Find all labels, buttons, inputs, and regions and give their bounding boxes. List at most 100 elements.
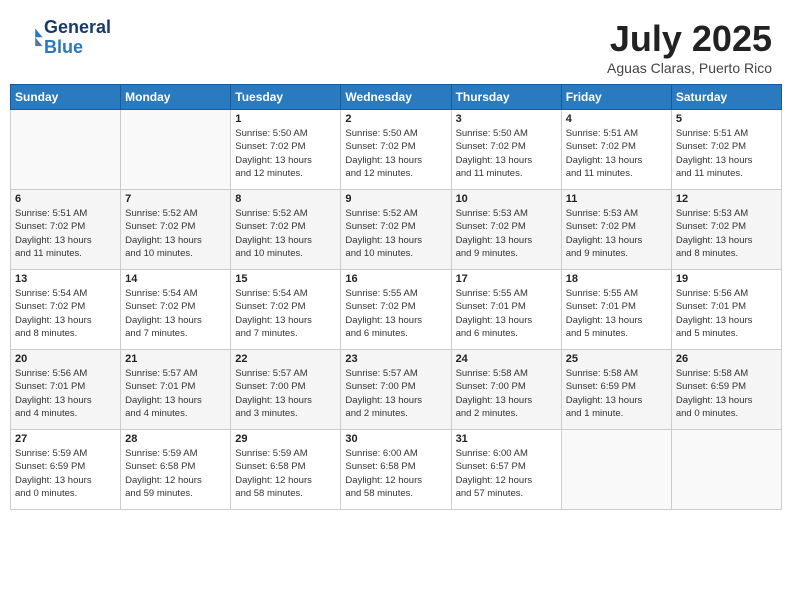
title-block: July 2025 Aguas Claras, Puerto Rico (607, 18, 772, 76)
column-header-monday: Monday (121, 85, 231, 110)
calendar-week-5: 27 Sunrise: 5:59 AM Sunset: 6:59 PM Dayli… (11, 430, 782, 510)
calendar-cell: 26 Sunrise: 5:58 AM Sunset: 6:59 PM Dayli… (671, 350, 781, 430)
logo: General Blue (20, 18, 111, 58)
day-info: Sunrise: 5:52 AM Sunset: 7:02 PM Dayligh… (235, 207, 336, 260)
day-info: Sunrise: 5:59 AM Sunset: 6:59 PM Dayligh… (15, 447, 116, 500)
day-info: Sunrise: 6:00 AM Sunset: 6:58 PM Dayligh… (345, 447, 446, 500)
calendar-cell: 30Sunrise: 6:00 AM Sunset: 6:58 PM Dayli… (341, 430, 451, 510)
day-number: 21 (125, 353, 226, 365)
day-info: Sunrise: 5:59 AM Sunset: 6:58 PM Dayligh… (125, 447, 226, 500)
calendar-week-2: 6 Sunrise: 5:51 AM Sunset: 7:02 PM Daylig… (11, 190, 782, 270)
column-header-saturday: Saturday (671, 85, 781, 110)
day-info: Sunrise: 5:54 AM Sunset: 7:02 PM Dayligh… (235, 287, 336, 340)
day-info: Sunrise: 5:54 AM Sunset: 7:02 PM Dayligh… (125, 287, 226, 340)
day-number: 27 (15, 433, 116, 445)
calendar-cell: 3 Sunrise: 5:50 AM Sunset: 7:02 PM Daylig… (451, 110, 561, 190)
calendar-cell: 11Sunrise: 5:53 AM Sunset: 7:02 PM Dayli… (561, 190, 671, 270)
calendar-cell: 12Sunrise: 5:53 AM Sunset: 7:02 PM Dayli… (671, 190, 781, 270)
day-info: Sunrise: 5:53 AM Sunset: 7:02 PM Dayligh… (456, 207, 557, 260)
day-number: 11 (566, 193, 667, 205)
calendar-cell: 17 Sunrise: 5:55 AM Sunset: 7:01 PM Dayli… (451, 270, 561, 350)
calendar-cell: 10 Sunrise: 5:53 AM Sunset: 7:02 PM Dayli… (451, 190, 561, 270)
calendar-cell (11, 110, 121, 190)
day-number: 3 (456, 113, 557, 125)
calendar-cell: 20Sunrise: 5:56 AM Sunset: 7:01 PM Dayli… (11, 350, 121, 430)
calendar-cell (561, 430, 671, 510)
day-info: Sunrise: 5:58 AM Sunset: 6:59 PM Dayligh… (676, 367, 777, 420)
day-info: Sunrise: 5:51 AM Sunset: 7:02 PM Dayligh… (676, 127, 777, 180)
day-number: 20 (15, 353, 116, 365)
calendar-week-1: 1 Sunrise: 5:50 AM Sunset: 7:02 PM Daylig… (11, 110, 782, 190)
calendar-cell: 24 Sunrise: 5:58 AM Sunset: 7:00 PM Dayli… (451, 350, 561, 430)
day-number: 18 (566, 273, 667, 285)
calendar-cell: 21 Sunrise: 5:57 AM Sunset: 7:01 PM Dayli… (121, 350, 231, 430)
day-number: 8 (235, 193, 336, 205)
calendar-cell: 4Sunrise: 5:51 AM Sunset: 7:02 PM Daylig… (561, 110, 671, 190)
column-header-wednesday: Wednesday (341, 85, 451, 110)
day-number: 12 (676, 193, 777, 205)
day-info: Sunrise: 5:54 AM Sunset: 7:02 PM Dayligh… (15, 287, 116, 340)
calendar-cell: 2 Sunrise: 5:50 AM Sunset: 7:02 PM Daylig… (341, 110, 451, 190)
day-info: Sunrise: 5:55 AM Sunset: 7:01 PM Dayligh… (566, 287, 667, 340)
day-number: 14 (125, 273, 226, 285)
calendar-cell: 15 Sunrise: 5:54 AM Sunset: 7:02 PM Dayli… (231, 270, 341, 350)
day-number: 2 (345, 113, 446, 125)
day-number: 28 (125, 433, 226, 445)
column-header-tuesday: Tuesday (231, 85, 341, 110)
day-number: 22 (235, 353, 336, 365)
location: Aguas Claras, Puerto Rico (607, 60, 772, 76)
day-number: 7 (125, 193, 226, 205)
calendar-header-row: SundayMondayTuesdayWednesdayThursdayFrid… (11, 85, 782, 110)
day-number: 16 (345, 273, 446, 285)
calendar: SundayMondayTuesdayWednesdayThursdayFrid… (10, 84, 782, 510)
logo-line1: General (44, 18, 111, 38)
day-number: 31 (456, 433, 557, 445)
day-number: 9 (345, 193, 446, 205)
day-info: Sunrise: 5:55 AM Sunset: 7:02 PM Dayligh… (345, 287, 446, 340)
day-info: Sunrise: 6:00 AM Sunset: 6:57 PM Dayligh… (456, 447, 557, 500)
day-number: 23 (345, 353, 446, 365)
calendar-cell: 14 Sunrise: 5:54 AM Sunset: 7:02 PM Dayli… (121, 270, 231, 350)
day-number: 19 (676, 273, 777, 285)
day-number: 26 (676, 353, 777, 365)
calendar-cell: 5Sunrise: 5:51 AM Sunset: 7:02 PM Daylig… (671, 110, 781, 190)
calendar-cell (121, 110, 231, 190)
calendar-cell: 27 Sunrise: 5:59 AM Sunset: 6:59 PM Dayli… (11, 430, 121, 510)
calendar-cell: 19Sunrise: 5:56 AM Sunset: 7:01 PM Dayli… (671, 270, 781, 350)
day-number: 25 (566, 353, 667, 365)
calendar-cell: 23 Sunrise: 5:57 AM Sunset: 7:00 PM Dayli… (341, 350, 451, 430)
calendar-cell: 13Sunrise: 5:54 AM Sunset: 7:02 PM Dayli… (11, 270, 121, 350)
column-header-sunday: Sunday (11, 85, 121, 110)
day-info: Sunrise: 5:52 AM Sunset: 7:02 PM Dayligh… (125, 207, 226, 260)
calendar-cell: 7 Sunrise: 5:52 AM Sunset: 7:02 PM Daylig… (121, 190, 231, 270)
logo-line2: Blue (44, 38, 111, 58)
logo-icon (22, 27, 44, 49)
day-info: Sunrise: 5:57 AM Sunset: 7:00 PM Dayligh… (345, 367, 446, 420)
day-number: 29 (235, 433, 336, 445)
calendar-cell: 1Sunrise: 5:50 AM Sunset: 7:02 PM Daylig… (231, 110, 341, 190)
day-info: Sunrise: 5:58 AM Sunset: 6:59 PM Dayligh… (566, 367, 667, 420)
page-header: General Blue July 2025 Aguas Claras, Pue… (10, 10, 782, 80)
column-header-thursday: Thursday (451, 85, 561, 110)
day-number: 1 (235, 113, 336, 125)
day-number: 10 (456, 193, 557, 205)
calendar-cell: 25 Sunrise: 5:58 AM Sunset: 6:59 PM Dayli… (561, 350, 671, 430)
day-number: 6 (15, 193, 116, 205)
day-info: Sunrise: 5:52 AM Sunset: 7:02 PM Dayligh… (345, 207, 446, 260)
day-info: Sunrise: 5:51 AM Sunset: 7:02 PM Dayligh… (15, 207, 116, 260)
day-info: Sunrise: 5:57 AM Sunset: 7:01 PM Dayligh… (125, 367, 226, 420)
day-info: Sunrise: 5:58 AM Sunset: 7:00 PM Dayligh… (456, 367, 557, 420)
day-number: 24 (456, 353, 557, 365)
day-number: 15 (235, 273, 336, 285)
day-info: Sunrise: 5:50 AM Sunset: 7:02 PM Dayligh… (456, 127, 557, 180)
day-info: Sunrise: 5:51 AM Sunset: 7:02 PM Dayligh… (566, 127, 667, 180)
day-info: Sunrise: 5:57 AM Sunset: 7:00 PM Dayligh… (235, 367, 336, 420)
calendar-cell: 31 Sunrise: 6:00 AM Sunset: 6:57 PM Dayli… (451, 430, 561, 510)
day-info: Sunrise: 5:59 AM Sunset: 6:58 PM Dayligh… (235, 447, 336, 500)
day-number: 17 (456, 273, 557, 285)
month-title: July 2025 (607, 18, 772, 60)
day-info: Sunrise: 5:50 AM Sunset: 7:02 PM Dayligh… (345, 127, 446, 180)
calendar-cell: 8 Sunrise: 5:52 AM Sunset: 7:02 PM Daylig… (231, 190, 341, 270)
calendar-cell: 9 Sunrise: 5:52 AM Sunset: 7:02 PM Daylig… (341, 190, 451, 270)
day-info: Sunrise: 5:55 AM Sunset: 7:01 PM Dayligh… (456, 287, 557, 340)
